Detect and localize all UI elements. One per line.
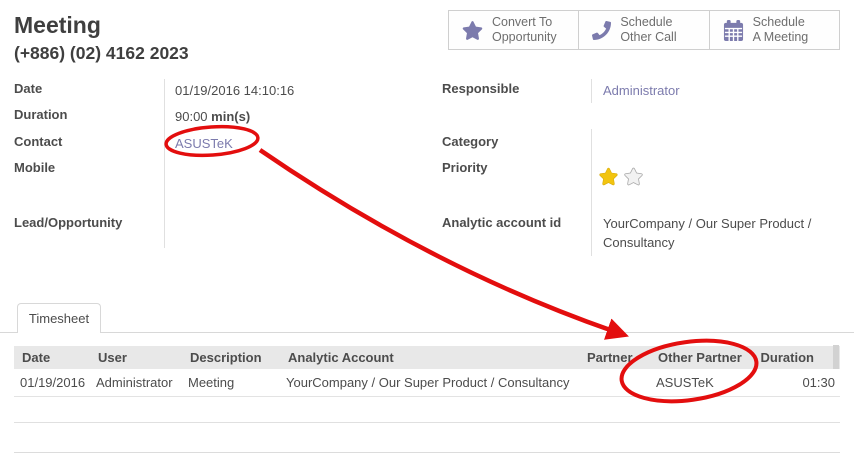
- button-label: Convert To Opportunity: [492, 15, 557, 45]
- field-label-contact: Contact: [14, 134, 62, 149]
- cell-analytic-account[interactable]: YourCompany / Our Super Product / Consul…: [280, 369, 579, 396]
- column-header-partner[interactable]: Partner: [579, 346, 650, 369]
- table-scrollbar-spacer: [833, 345, 839, 369]
- column-header-user[interactable]: User: [90, 346, 182, 369]
- column-header-description[interactable]: Description: [182, 346, 280, 369]
- action-button-bar: Convert To Opportunity Schedule Other Ca…: [448, 10, 840, 50]
- star-icon: [462, 20, 483, 41]
- button-label: Schedule Other Call: [620, 15, 676, 45]
- cell-duration[interactable]: 01:30: [756, 369, 840, 396]
- field-label-analytic-account: Analytic account id: [442, 215, 561, 230]
- date-value: 01/19/2016 14:10:16: [175, 83, 294, 98]
- duration-unit: min(s): [211, 109, 250, 124]
- phone-number-subtitle: (+886) (02) 4162 2023: [14, 43, 189, 64]
- tab-timesheet[interactable]: Timesheet: [17, 303, 101, 333]
- cell-user[interactable]: Administrator: [90, 369, 182, 396]
- column-header-date[interactable]: Date: [14, 346, 90, 369]
- cell-date[interactable]: 01/19/2016: [14, 369, 90, 396]
- analytic-account-value: YourCompany / Our Super Product / Consul…: [603, 214, 841, 252]
- button-label: Schedule A Meeting: [753, 15, 809, 45]
- page-title: Meeting: [14, 12, 101, 39]
- field-label-responsible: Responsible: [442, 81, 519, 96]
- contact-link[interactable]: ASUSTeK: [175, 136, 233, 151]
- cell-other-partner[interactable]: ASUSTeK: [650, 369, 756, 396]
- calendar-icon: [723, 20, 744, 41]
- table-row: 01/19/2016 Administrator Meeting YourCom…: [14, 369, 840, 397]
- field-label-category: Category: [442, 134, 498, 149]
- column-header-analytic-account[interactable]: Analytic Account: [280, 346, 579, 369]
- column-header-duration[interactable]: Duration: [756, 346, 840, 369]
- field-label-date: Date: [14, 81, 42, 96]
- field-label-mobile: Mobile: [14, 160, 55, 175]
- sheet-bottom-border: [14, 452, 840, 453]
- convert-to-opportunity-button[interactable]: Convert To Opportunity: [448, 10, 579, 50]
- field-label-lead-opportunity: Lead/Opportunity: [14, 215, 122, 230]
- meeting-form-page: Meeting (+886) (02) 4162 2023 Convert To…: [0, 0, 854, 466]
- table-empty-row[interactable]: [14, 397, 840, 423]
- field-label-priority: Priority: [442, 160, 488, 175]
- priority-star-active-icon[interactable]: [599, 167, 618, 186]
- schedule-a-meeting-button[interactable]: Schedule A Meeting: [709, 10, 840, 50]
- cell-partner[interactable]: [579, 369, 650, 396]
- priority-star-inactive-icon[interactable]: [624, 167, 643, 186]
- table-header-row: Date User Description Analytic Account P…: [14, 346, 840, 369]
- cell-description[interactable]: Meeting: [182, 369, 280, 396]
- responsible-link[interactable]: Administrator: [603, 83, 680, 98]
- annotation-arrow: [260, 150, 613, 331]
- field-label-duration: Duration: [14, 107, 67, 122]
- priority-stars: [599, 167, 643, 186]
- right-column-separator-bottom: [591, 129, 592, 256]
- phone-icon: [592, 21, 611, 40]
- left-column-separator: [164, 79, 165, 248]
- right-column-separator-top: [591, 79, 592, 103]
- notebook-divider: [0, 332, 854, 333]
- column-header-other-partner[interactable]: Other Partner: [650, 346, 756, 369]
- duration-value: 90:00 min(s): [175, 109, 250, 124]
- timesheet-table: Date User Description Analytic Account P…: [14, 346, 840, 423]
- schedule-other-call-button[interactable]: Schedule Other Call: [578, 10, 709, 50]
